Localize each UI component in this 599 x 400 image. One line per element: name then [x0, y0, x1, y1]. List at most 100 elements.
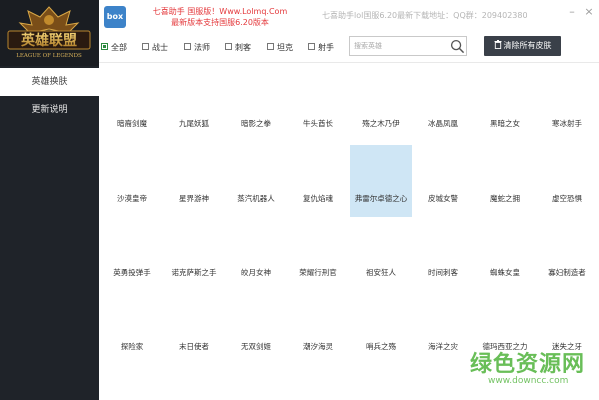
minimize-icon[interactable]: –: [565, 6, 579, 18]
divider: [99, 62, 599, 63]
checkbox-icon[interactable]: [267, 43, 274, 50]
hero-name: 寡妇制造者: [548, 268, 586, 277]
sidebar: 英雄联盟 LEAGUE OF LEGENDS 英雄换肤 更新说明: [0, 0, 99, 400]
filter-fighter[interactable]: 战士: [142, 41, 168, 55]
watermark-url: www.downcc.com: [488, 376, 569, 386]
filter-marksman[interactable]: 射手: [308, 41, 334, 55]
hero-name: 冰晶凤凰: [428, 119, 458, 128]
hero-name: 皎月女神: [241, 268, 271, 277]
hero-name: 时间刺客: [428, 268, 458, 277]
hero-name: 弗雷尔卓德之心: [354, 194, 408, 203]
hero-name: 虚空恐惧: [552, 194, 582, 203]
filter-all[interactable]: 全部: [101, 41, 127, 55]
hero-item[interactable]: 复仇焰魂: [287, 159, 349, 231]
logo-area: 英雄联盟 LEAGUE OF LEGENDS: [0, 0, 99, 66]
hero-item[interactable]: 星界游神: [163, 159, 225, 231]
hero-item[interactable]: 探险家: [101, 309, 163, 381]
hero-name: 海洋之灾: [428, 342, 458, 351]
hero-item-selected[interactable]: 弗雷尔卓德之心: [350, 145, 412, 217]
hero-item[interactable]: 魔蛇之拥: [474, 159, 536, 231]
checkbox-icon[interactable]: [142, 43, 149, 50]
search-box: [349, 36, 467, 56]
hero-name: 魔蛇之拥: [490, 194, 520, 203]
hero-name: 寒冰射手: [552, 119, 582, 128]
filter-label: 刺客: [235, 43, 251, 52]
checkbox-icon[interactable]: [101, 43, 108, 50]
clear-button-label: 清除所有皮肤: [503, 41, 552, 50]
hero-item[interactable]: 潮汐海灵: [287, 309, 349, 381]
filter-tank[interactable]: 坦克: [267, 41, 293, 55]
promo-line-2: 最新版本支持国服6.20版本: [171, 18, 269, 27]
hero-item[interactable]: 沙漠皇帝: [101, 159, 163, 231]
trash-icon: [494, 40, 501, 49]
hero-item[interactable]: 无双剑姬: [225, 309, 287, 381]
filter-assassin[interactable]: 刺客: [225, 41, 251, 55]
filter-label: 战士: [152, 43, 168, 52]
hero-name: 祖安狂人: [366, 268, 396, 277]
hero-item[interactable]: 时间刺客: [412, 237, 474, 309]
filter-label: 射手: [318, 43, 334, 52]
hero-name: 暗影之拳: [241, 119, 271, 128]
hero-name: 潮汐海灵: [303, 342, 333, 351]
sidebar-item-hero-skins[interactable]: 英雄换肤: [0, 68, 99, 96]
box-app-icon[interactable]: box: [104, 6, 126, 28]
hero-item[interactable]: 皮城女警: [412, 159, 474, 231]
filter-label: 全部: [111, 43, 127, 52]
hero-item[interactable]: 牛头酋长: [287, 87, 349, 159]
hero-name: 九尾妖狐: [179, 119, 209, 128]
promo-text[interactable]: 七喜助手 国服版！Www.Lolmq.Com 最新版本支持国服6.20版本: [140, 6, 300, 28]
close-icon[interactable]: ×: [582, 6, 596, 18]
hero-name: 哨兵之殇: [366, 342, 396, 351]
hero-item[interactable]: 皎月女神: [225, 237, 287, 309]
checkbox-icon[interactable]: [184, 43, 191, 50]
hero-item[interactable]: 暗裔剑魔: [101, 87, 163, 159]
hero-item[interactable]: 荣耀行刑官: [287, 237, 349, 309]
hero-name: 沙漠皇帝: [117, 194, 147, 203]
hero-item[interactable]: 寒冰射手: [536, 87, 598, 159]
hero-item[interactable]: 寡妇制造者: [536, 237, 598, 309]
hero-name: 蜘蛛女皇: [490, 268, 520, 277]
hero-name: 荣耀行刑官: [299, 268, 337, 277]
hero-name: 皮城女警: [428, 194, 458, 203]
hero-name: 诺克萨斯之手: [171, 268, 217, 277]
hero-name: 牛头酋长: [303, 119, 333, 128]
league-of-legends-logo: 英雄联盟 LEAGUE OF LEGENDS: [7, 6, 91, 59]
hero-item[interactable]: 哨兵之殇: [350, 309, 412, 381]
hero-name: 暗裔剑魔: [117, 119, 147, 128]
hero-name: 复仇焰魂: [303, 194, 333, 203]
hero-item[interactable]: 海洋之灾: [412, 309, 474, 381]
logo-text: 英雄联盟: [20, 32, 77, 49]
hero-item[interactable]: 虚空恐惧: [536, 159, 598, 231]
titlebar-info: 七喜助手lol国服6.20最新下载地址：QQ群：209402380: [322, 11, 528, 20]
hero-name: 黑暗之女: [490, 119, 520, 128]
search-icon[interactable]: [450, 39, 465, 54]
hero-item[interactable]: 蜘蛛女皇: [474, 237, 536, 309]
filter-mage[interactable]: 法师: [184, 41, 210, 55]
hero-item[interactable]: 蒸汽机器人: [225, 159, 287, 231]
hero-item[interactable]: 诺克萨斯之手: [163, 237, 225, 309]
hero-name: 英勇投弹手: [113, 268, 151, 277]
filter-label: 坦克: [277, 43, 293, 52]
watermark-text: 绿色资源网: [470, 352, 586, 377]
checkbox-icon[interactable]: [225, 43, 232, 50]
hero-item[interactable]: 冰晶凤凰: [412, 87, 474, 159]
hero-item[interactable]: 英勇投弹手: [101, 237, 163, 309]
sidebar-item-update-notes[interactable]: 更新说明: [0, 96, 99, 124]
filter-label: 法师: [194, 43, 210, 52]
hero-name: 末日使者: [179, 342, 209, 351]
hero-item[interactable]: 黑暗之女: [474, 87, 536, 159]
search-input[interactable]: [354, 39, 446, 53]
checkbox-icon[interactable]: [308, 43, 315, 50]
hero-name: 星界游神: [179, 194, 209, 203]
hero-item[interactable]: 暗影之拳: [225, 87, 287, 159]
hero-name: 探险家: [120, 342, 144, 351]
hero-name: 无双剑姬: [241, 342, 271, 351]
clear-all-skins-button[interactable]: 清除所有皮肤: [484, 36, 561, 56]
hero-name: 蒸汽机器人: [237, 194, 275, 203]
hero-item[interactable]: 九尾妖狐: [163, 87, 225, 159]
hero-name: 殇之木乃伊: [362, 119, 400, 128]
promo-line-1[interactable]: 七喜助手 国服版！Www.Lolmq.Com: [140, 6, 300, 17]
hero-item[interactable]: 末日使者: [163, 309, 225, 381]
logo-subtext: LEAGUE OF LEGENDS: [16, 53, 82, 59]
hero-item[interactable]: 祖安狂人: [350, 237, 412, 309]
